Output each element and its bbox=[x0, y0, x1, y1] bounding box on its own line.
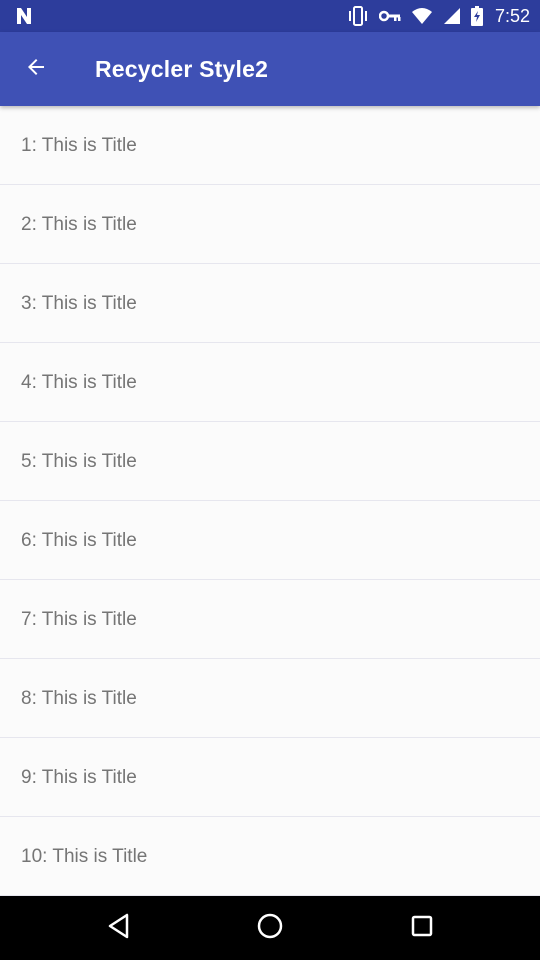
list-item[interactable]: 5: This is Title bbox=[0, 422, 540, 501]
navigation-bar bbox=[0, 896, 540, 960]
list-item-title: 5: This is Title bbox=[21, 451, 137, 472]
list-item-title: 10: This is Title bbox=[21, 846, 148, 867]
recycler-list[interactable]: 1: This is Title 2: This is Title 3: Thi… bbox=[0, 106, 540, 896]
recents-square-icon bbox=[410, 914, 434, 943]
list-item[interactable]: 1: This is Title bbox=[0, 106, 540, 185]
home-circle-icon bbox=[256, 912, 284, 945]
signal-icon bbox=[443, 7, 461, 25]
status-bar: 7:52 bbox=[0, 0, 540, 32]
screen: 7:52 Recycler Style2 1: This is Title 2:… bbox=[0, 0, 540, 960]
wifi-icon bbox=[411, 7, 433, 25]
app-bar: Recycler Style2 bbox=[0, 32, 540, 106]
list-item-title: 7: This is Title bbox=[21, 609, 137, 630]
status-time: 7:52 bbox=[494, 5, 530, 26]
list-item[interactable]: 6: This is Title bbox=[0, 501, 540, 580]
nav-back-button[interactable] bbox=[95, 904, 143, 952]
battery-icon bbox=[470, 6, 483, 26]
list-item[interactable]: 8: This is Title bbox=[0, 659, 540, 738]
nav-home-button[interactable] bbox=[246, 904, 294, 952]
list-item-title: 8: This is Title bbox=[21, 688, 137, 709]
list-item[interactable]: 9: This is Title bbox=[0, 738, 540, 817]
list-item-title: 1: This is Title bbox=[21, 135, 137, 156]
status-icons: 7:52 bbox=[347, 0, 530, 32]
list-item-title: 4: This is Title bbox=[21, 372, 137, 393]
list-item[interactable]: 7: This is Title bbox=[0, 580, 540, 659]
list-item[interactable]: 10: This is Title bbox=[0, 817, 540, 896]
list-item-title: 3: This is Title bbox=[21, 293, 137, 314]
list-item-title: 2: This is Title bbox=[21, 214, 137, 235]
page-title: Recycler Style2 bbox=[95, 56, 269, 82]
back-button[interactable] bbox=[12, 45, 60, 93]
vpn-key-icon bbox=[378, 9, 401, 23]
notification-n-icon bbox=[14, 6, 34, 26]
arrow-back-icon bbox=[24, 55, 48, 84]
list-item[interactable]: 4: This is Title bbox=[0, 343, 540, 422]
list-item[interactable]: 3: This is Title bbox=[0, 264, 540, 343]
list-item-title: 6: This is Title bbox=[21, 530, 137, 551]
list-item-title: 9: This is Title bbox=[21, 767, 137, 788]
back-triangle-icon bbox=[107, 913, 131, 944]
nav-recents-button[interactable] bbox=[398, 904, 446, 952]
vibrate-icon bbox=[347, 6, 369, 26]
list-item[interactable]: 2: This is Title bbox=[0, 185, 540, 264]
